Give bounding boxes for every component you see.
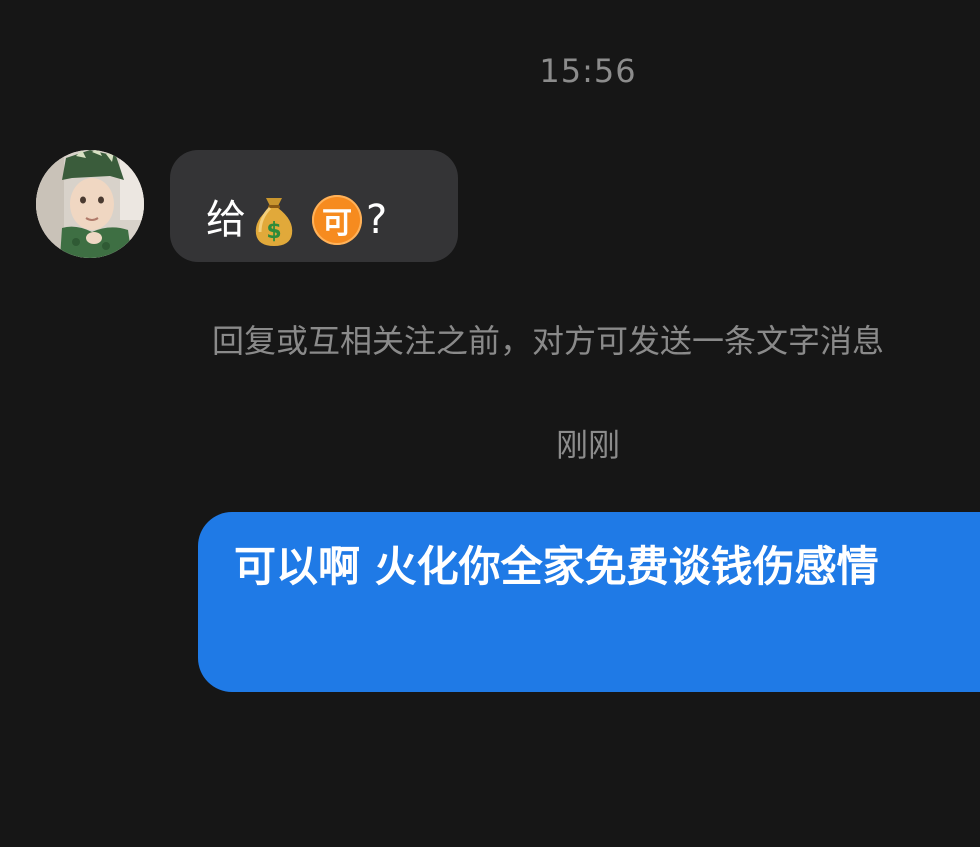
money-bag-icon: $ <box>250 192 298 248</box>
svg-text:$: $ <box>266 219 281 244</box>
outgoing-message-text: 可以啊 火化你全家免费谈钱伤感情 <box>234 542 879 591</box>
incoming-message-bubble[interactable]: 给 $ 可 ? <box>170 150 458 262</box>
messaging-restriction-notice: 回复或互相关注之前，对方可发送一条文字消息 <box>212 322 885 360</box>
incoming-message-text: 给 <box>206 197 246 243</box>
contact-avatar[interactable] <box>36 150 144 258</box>
recent-timestamp: 刚刚 <box>555 426 620 464</box>
incoming-question-mark: ? <box>366 197 388 243</box>
ke-badge-icon: 可 <box>312 195 362 245</box>
avatar-photo-icon <box>36 150 144 258</box>
outgoing-message-bubble[interactable]: 可以啊 火化你全家免费谈钱伤感情 <box>198 512 980 692</box>
message-timestamp: 15:56 <box>539 52 637 90</box>
